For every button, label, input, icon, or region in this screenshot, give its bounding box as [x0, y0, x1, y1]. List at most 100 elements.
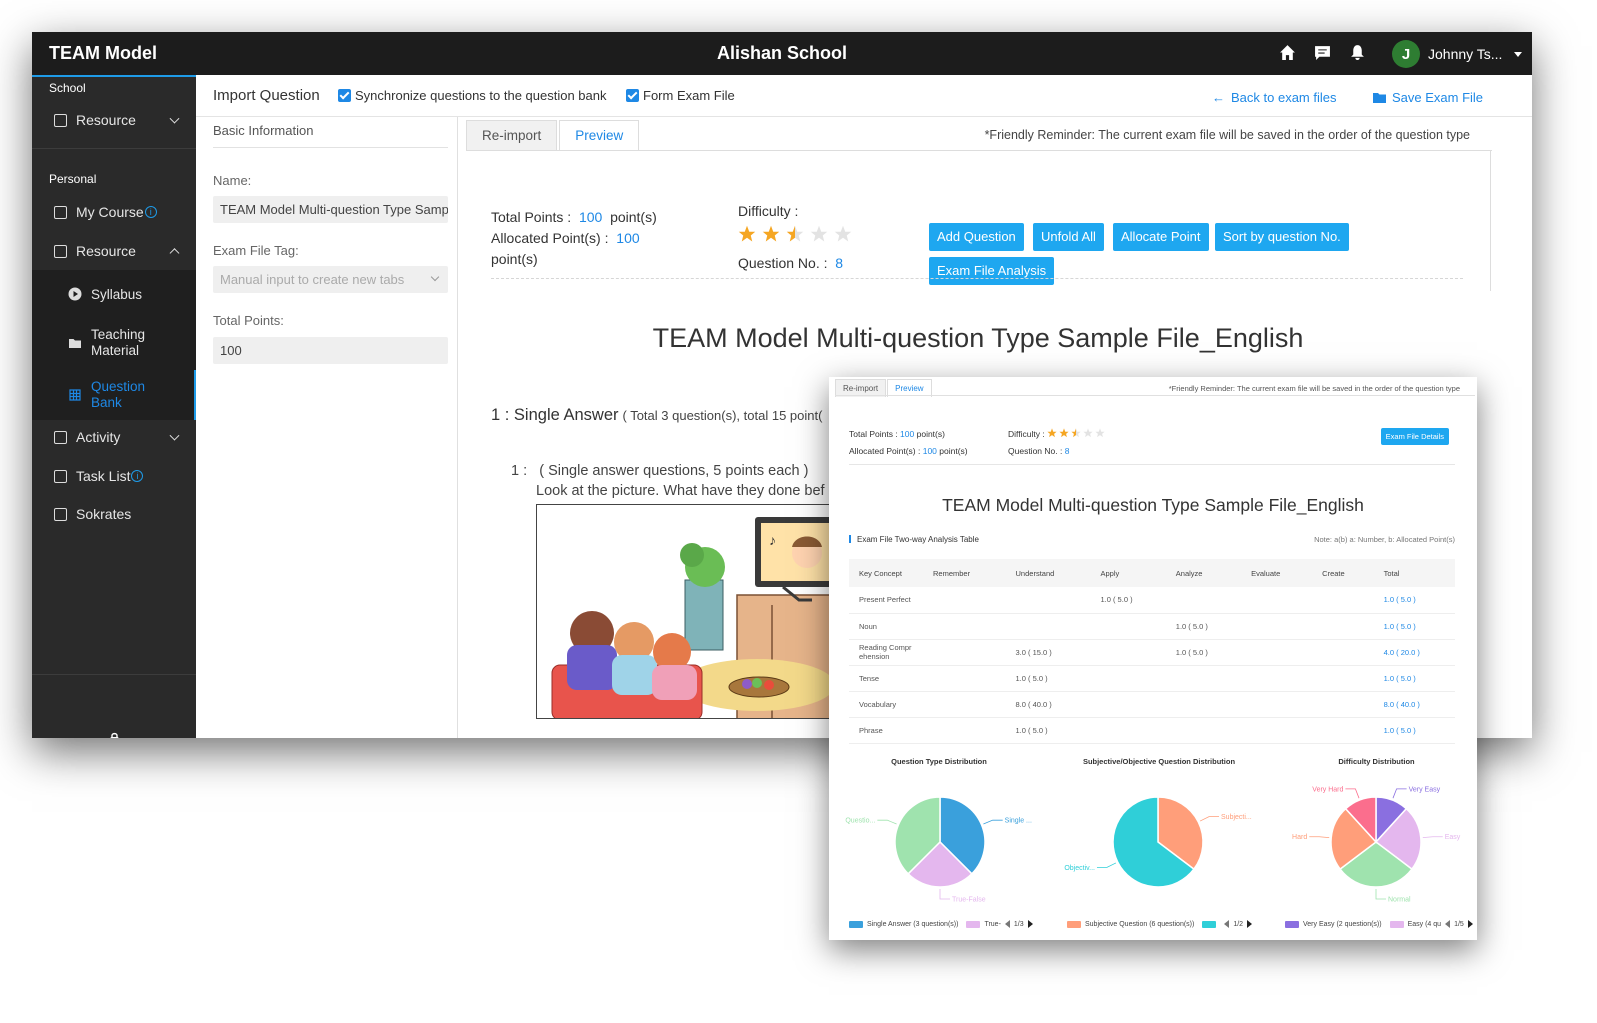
svg-text:♪: ♪ [769, 532, 776, 548]
checkbox-checked-icon [626, 89, 639, 102]
legend-item[interactable]: Very Easy (2 question(s)) [1303, 921, 1382, 928]
add-question-button[interactable]: Add Question [929, 223, 1024, 251]
table-cell: Phrase [849, 717, 923, 744]
total-points-field[interactable]: 100 [213, 337, 448, 364]
bell-icon[interactable] [1349, 44, 1366, 61]
brand-logo[interactable]: TEAM Model [49, 43, 157, 64]
chevron-down-icon [169, 113, 180, 124]
star-icon [738, 225, 756, 242]
user-menu[interactable]: J Johnny Ts... [1392, 40, 1523, 68]
sidebar-item-question-bank[interactable]: Question Bank [32, 370, 196, 420]
table-cell [1005, 613, 1091, 640]
table-cell [1312, 613, 1374, 640]
table-cell[interactable]: 8.0 ( 40.0 ) [1373, 691, 1455, 718]
chevron-up-icon [169, 248, 180, 259]
sort-by-question-button[interactable]: Sort by question No. [1215, 223, 1349, 251]
unfold-all-button[interactable]: Unfold All [1033, 223, 1104, 251]
table-cell[interactable]: 1.0 ( 5.0 ) [1373, 613, 1455, 640]
difficulty-stars [738, 225, 852, 243]
pie-label-line [1345, 788, 1360, 799]
top-bar: TEAM Model Alishan School J Johnny Ts... [32, 32, 1532, 75]
pie-label: True-False [952, 897, 986, 904]
table-cell [1241, 717, 1313, 744]
sidebar-item-label: Syllabus [91, 287, 143, 302]
total-points-label: Total Points : [491, 209, 572, 225]
table-cell [1090, 665, 1166, 692]
section-name: 1 : Single Answer [491, 406, 619, 424]
sidebar-item-school-resource[interactable]: Resource [32, 107, 196, 133]
legend-item[interactable]: Single Answer (3 question(s)) [867, 921, 958, 928]
chart-legend: Single Answer (3 question(s)) True- 1/3 [849, 920, 1033, 928]
page-next-icon[interactable] [1247, 920, 1253, 928]
page-prev-icon[interactable] [1004, 920, 1010, 928]
table-cell: Noun [849, 613, 923, 640]
question-no-value: 8 [835, 255, 844, 271]
info-icon[interactable]: i [131, 470, 144, 482]
sidebar-section-personal: Personal [49, 172, 97, 186]
table-cell [923, 613, 1006, 640]
pie-label-line [1375, 889, 1386, 900]
lock-icon[interactable] [110, 732, 119, 738]
table-cell[interactable]: 1.0 ( 5.0 ) [1373, 717, 1455, 744]
save-exam-file-button[interactable]: Save Exam File [1373, 90, 1483, 105]
table-row: Tense 1.0 ( 5.0 ) 1.0 ( 5.0 ) [849, 665, 1455, 692]
exam-tag-select[interactable]: Manual input to create new tabs [213, 266, 448, 293]
chevron-down-icon [169, 430, 180, 441]
sidebar-item-label: My Course [76, 204, 144, 220]
page-prev-icon[interactable] [1445, 920, 1451, 928]
page-next-icon[interactable] [1467, 920, 1473, 928]
info-icon[interactable]: i [144, 206, 157, 218]
table-cell[interactable]: 4.0 ( 20.0 ) [1373, 639, 1455, 666]
legend-item[interactable]: Subjective Question (6 question(s)) [1085, 921, 1194, 928]
sync-question-bank-checkbox[interactable]: Synchronize questions to the question ba… [338, 88, 607, 103]
back-to-exam-files-link[interactable]: ← Back to exam files [1212, 90, 1337, 105]
table-cell: Vocabulary [849, 691, 923, 718]
table-cell: Present Perfect [849, 587, 923, 614]
points-summary: Total Points : 100 point(s) Allocated Po… [849, 426, 968, 460]
sidebar-item-syllabus[interactable]: Syllabus [32, 270, 196, 318]
page-prev-icon[interactable] [1224, 920, 1230, 928]
legend-item[interactable]: True- [984, 921, 1000, 928]
legend-item[interactable]: Easy (4 qu [1408, 921, 1441, 928]
form-exam-file-checkbox[interactable]: Form Exam File [626, 88, 735, 103]
pie-label: Objectiv... [1064, 865, 1095, 872]
chart-title: Subjective/Objective Question Distributi… [1082, 757, 1236, 766]
message-icon[interactable] [1314, 44, 1331, 61]
sidebar-item-task-list[interactable]: Task List i [32, 463, 196, 489]
home-icon[interactable] [1279, 44, 1296, 61]
pie-label: Hard [1292, 834, 1307, 841]
table-title: Exam File Two-way Analysis Table [849, 535, 979, 544]
sidebar-item-my-course[interactable]: My Course i [32, 199, 196, 225]
allocate-point-button[interactable]: Allocate Point [1113, 223, 1209, 251]
checkbox-label: Synchronize questions to the question ba… [355, 88, 607, 103]
table-header: Evaluate [1241, 559, 1313, 587]
table-note: Note: a(b) a: Number, b: Allocated Point… [1314, 535, 1455, 544]
star-icon [1071, 428, 1081, 438]
pie-label: Very Hard [1312, 786, 1343, 793]
table-cell[interactable]: 1.0 ( 5.0 ) [1373, 665, 1455, 692]
table-cell[interactable]: 1.0 ( 5.0 ) [1373, 587, 1455, 614]
legend-swatch [849, 920, 863, 928]
exam-file-details-button[interactable]: Exam File Details [1380, 428, 1449, 445]
table-cell [1312, 587, 1374, 614]
pie-label-line [1096, 862, 1117, 868]
sidebar-item-sokrates[interactable]: Sokrates [32, 501, 196, 527]
name-field[interactable]: TEAM Model Multi-question Type Sample Fi… [213, 196, 448, 223]
tab-reimport[interactable]: Re-import [466, 120, 558, 150]
point-unit: point(s) [939, 446, 968, 456]
star-icon [1083, 428, 1093, 438]
exam-file-analysis-button[interactable]: Exam File Analysis [929, 257, 1055, 285]
folder-icon [69, 339, 81, 348]
chevron-down-icon [430, 272, 440, 282]
table-cell [923, 587, 1006, 614]
section-meta: ( Total 3 question(s), total 15 point( [622, 408, 823, 423]
star-icon [1047, 428, 1057, 438]
activity-icon [54, 430, 67, 444]
sidebar-item-teaching-material[interactable]: Teaching Material [32, 318, 196, 370]
page-next-icon[interactable] [1027, 920, 1033, 928]
chart-legend: Very Easy (2 question(s)) Easy (4 qu 1/5 [1285, 920, 1473, 928]
table-cell: 3.0 ( 15.0 ) [1005, 639, 1091, 666]
sidebar-item-activity[interactable]: Activity [32, 424, 196, 450]
sidebar-item-resource[interactable]: Resource [32, 238, 196, 264]
tab-preview[interactable]: Preview [559, 120, 640, 150]
